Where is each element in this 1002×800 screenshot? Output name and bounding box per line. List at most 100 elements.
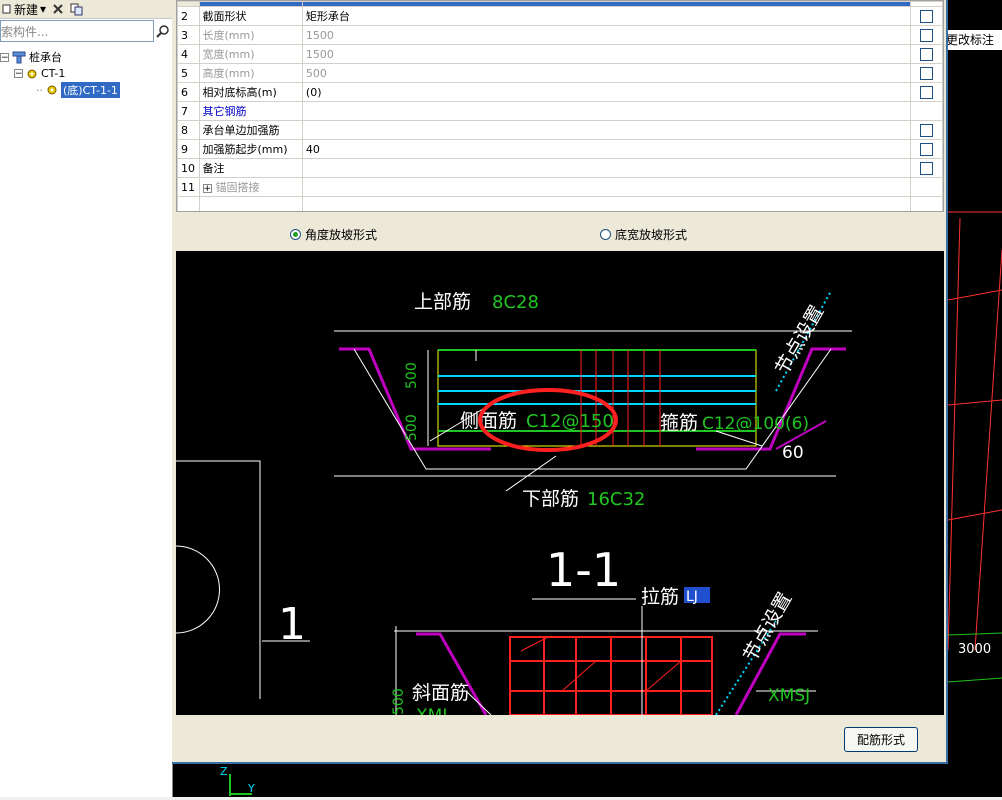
property-table: 属性名称 2 截面形状 矩形承台 3 长度(mm) 1500 4 宽度(mm) 1500 5 高度(… [177,1,943,211]
coordinate-axis-icon: ZY [218,765,258,800]
property-value[interactable]: 矩形承台 [301,6,912,26]
search-icon[interactable] [154,20,172,42]
rebar-diagram: 上部筋 8C28 侧面筋 C12@150 箍筋 C12@100(6) 下部筋 1… [176,251,944,715]
property-value[interactable]: 500 [301,63,912,83]
property-name: 备注 [198,158,303,178]
property-row[interactable]: 8 承台单边加强筋 [177,120,943,140]
property-value[interactable] [301,158,912,178]
attach-checkbox[interactable] [920,142,934,156]
new-button[interactable]: 新建 ▾ [2,1,46,18]
property-value[interactable] [301,177,912,197]
row-number: 11 [177,177,200,197]
attach-checkbox[interactable] [920,28,934,42]
row-number: 8 [177,120,200,140]
slope-rebar-label: 斜面筋 [412,682,469,704]
property-value[interactable]: (0) [301,82,912,102]
property-row[interactable]: 3 长度(mm) 1500 [177,25,943,45]
property-row[interactable]: 11 + 锚固搭接 [177,177,943,197]
tree-connector: ·· [36,83,43,97]
gear-icon [47,85,57,95]
property-name: 高度(mm) [198,63,303,83]
tie-label: 拉筋 [641,586,679,608]
property-name-text: 其它钢筋 [202,105,247,118]
property-row[interactable]: 4 宽度(mm) 1500 [177,44,943,64]
property-checkbox-cell [910,177,943,197]
angle-slope-radio[interactable]: 角度放坡形式 [290,226,377,243]
property-name: 宽度(mm) [198,44,303,64]
side-rebar-value: C12@150 [526,411,614,432]
change-annotation-label: 更改标注 [946,33,995,47]
property-value[interactable]: 1500 [301,25,912,45]
node-setting-label: 节点设置 [771,302,828,379]
attach-checkbox[interactable] [920,47,934,61]
tree-node-ct1[interactable]: − CT-1 [14,67,65,80]
property-name-text: 锚固搭接 [215,181,260,194]
property-name-text: 长度(mm) [202,29,255,42]
height-dim-value: 500 [404,362,420,389]
attach-checkbox[interactable] [920,123,934,137]
property-value[interactable]: 1500 [301,44,912,64]
collapse-icon[interactable]: − [14,69,23,79]
width-slope-radio[interactable]: 底宽放坡形式 [600,226,687,243]
property-name: + 锚固搭接 [198,177,303,197]
section-number: 1 [278,599,306,650]
property-name-text: 加强筋起步(mm) [202,143,288,156]
top-rebar-value: 8C28 [492,292,539,313]
row-number: 10 [177,158,200,178]
property-value[interactable]: 40 [301,139,912,159]
slope-mode-bar: 角度放坡形式 底宽放坡形式 [176,214,944,250]
change-annotation-button[interactable]: 更改标注 ▾ [946,30,1002,67]
dropdown-arrow-icon: ▾ [40,2,47,16]
property-name: 加强筋起步(mm) [198,139,303,159]
tree-node-ct1-1[interactable]: ·· (底)CT-1-1 [36,82,120,98]
copy-icon [70,3,83,15]
expand-icon[interactable]: + [202,184,212,194]
row-number: 5 [177,63,200,83]
property-name-text: 高度(mm) [202,67,255,80]
radio-empty-icon [600,229,611,240]
collapse-icon[interactable]: − [0,52,9,62]
tree-node-pile-cap[interactable]: − 桩承台 [0,49,62,65]
bottom-rebar-value: 16C32 [587,489,645,510]
height-dim-value: 500 [404,414,420,441]
slope-rebar-value: XMJ [416,706,447,715]
pile-cap-dialog: 属性名称 2 截面形状 矩形承台 3 长度(mm) 1500 4 宽度(mm) 1500 5 高度(… [172,0,948,764]
xmsj-value: XMSJ [768,686,810,706]
property-name: 其它钢筋 [198,101,303,121]
section-title: 1-1 [546,543,621,597]
property-name-text: 宽度(mm) [202,48,255,61]
property-row[interactable]: 2 截面形状 矩形承台 [177,6,943,26]
stirrup-label: 箍筋 [660,412,698,434]
radio-selected-icon [290,229,301,240]
search-input[interactable]: 索构件... [0,20,154,42]
left-boundary [176,460,261,699]
row-number: 9 [177,139,200,159]
attach-checkbox[interactable] [920,161,934,175]
dimension-value: 3000 [958,642,992,657]
copy-button[interactable] [70,3,84,16]
property-row[interactable]: 6 相对底标高(m) (0) [177,82,943,102]
property-value[interactable] [301,120,912,140]
delete-button[interactable] [52,3,64,15]
tie-line [645,660,682,692]
property-row[interactable]: 5 高度(mm) 500 [177,63,943,83]
property-value[interactable] [301,101,912,121]
empty-row [177,196,943,211]
tree-label-selected: (底)CT-1-1 [61,82,120,98]
property-name: 截面形状 [198,6,303,26]
new-button-label: 新建 [14,2,39,17]
property-row[interactable]: 10 备注 [177,158,943,178]
row-number: 4 [177,44,200,64]
attach-checkbox[interactable] [920,85,934,99]
property-checkbox-cell [910,25,943,45]
property-row[interactable]: 9 加强筋起步(mm) 40 [177,139,943,159]
row-number: 3 [177,25,200,45]
bottom-rebar-label: 下部筋 [522,488,579,510]
component-tree-panel: 新建 ▾ 索构件... − 桩承台 − CT-1 ·· (底)CT-1-1 [0,0,173,797]
property-row[interactable]: 7 其它钢筋 [177,101,943,121]
property-name-text: 相对底标高(m) [202,86,277,99]
attach-checkbox[interactable] [920,9,934,23]
new-doc-icon [2,4,11,14]
attach-checkbox[interactable] [920,66,934,80]
rebar-form-button[interactable]: 配筋形式 [844,727,918,752]
